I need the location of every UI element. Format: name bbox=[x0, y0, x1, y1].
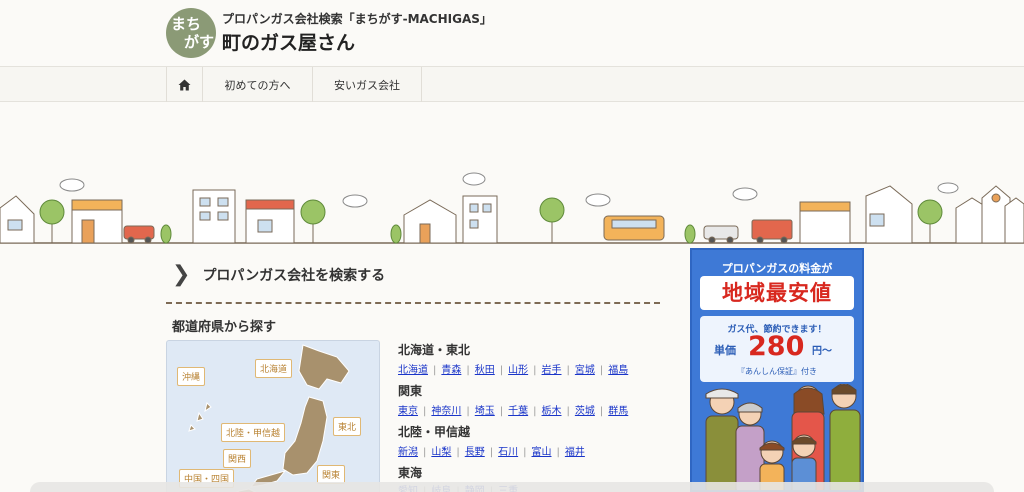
map-label-tohoku[interactable]: 東北 bbox=[333, 417, 362, 436]
site-title[interactable]: 町のガス屋さん bbox=[222, 28, 355, 55]
home-icon bbox=[178, 79, 191, 90]
section-title: ❯ プロパンガス会社を検索する bbox=[172, 262, 662, 288]
map-label-okinawa[interactable]: 沖縄 bbox=[177, 367, 206, 386]
map-label-hokuriku[interactable]: 北陸・甲信越 bbox=[221, 423, 286, 442]
banner-price-card: ガス代、節約できます！ 単価 280 円〜 『あんしん保証』付き bbox=[700, 316, 854, 382]
pref-link-miyagi[interactable]: 宮城 bbox=[575, 365, 595, 376]
town-illustration bbox=[0, 172, 1024, 244]
pref-link-tochigi[interactable]: 栃木 bbox=[542, 406, 562, 417]
map-label-kansai[interactable]: 関西 bbox=[223, 449, 252, 468]
pref-link-niigata[interactable]: 新潟 bbox=[398, 447, 418, 458]
pref-link-iwate[interactable]: 岩手 bbox=[542, 365, 562, 376]
map-label-hokkaido[interactable]: 北海道 bbox=[255, 359, 293, 378]
global-nav: 初めての方へ 安いガス会社 bbox=[0, 66, 1024, 102]
region-kanto: 関東 bbox=[398, 384, 423, 398]
pref-link-gunma[interactable]: 群馬 bbox=[608, 406, 628, 417]
chevron-right-icon: ❯ bbox=[172, 262, 191, 287]
pref-link-tokyo[interactable]: 東京 bbox=[398, 406, 418, 417]
region-tokai: 東海 bbox=[398, 466, 423, 480]
pref-link-ibaraki[interactable]: 茨城 bbox=[575, 406, 595, 417]
site-logo[interactable]: まち がす bbox=[166, 8, 216, 58]
logo-text-2: がす bbox=[184, 33, 215, 51]
pref-link-saitama[interactable]: 埼玉 bbox=[475, 406, 495, 417]
pref-link-aomori[interactable]: 青森 bbox=[441, 365, 461, 376]
pref-link-fukui[interactable]: 福井 bbox=[565, 447, 585, 458]
japan-map[interactable]: 沖縄 北海道 東北 北陸・甲信越 関西 中国・四国 関東 bbox=[166, 340, 380, 492]
pref-link-chiba[interactable]: 千葉 bbox=[508, 406, 528, 417]
pref-link-ishikawa[interactable]: 石川 bbox=[498, 447, 518, 458]
nav-item-cheap-gas[interactable]: 安いガス会社 bbox=[312, 67, 422, 102]
pref-link-akita[interactable]: 秋田 bbox=[475, 365, 495, 376]
family-illustration bbox=[705, 384, 861, 490]
nav-home[interactable] bbox=[166, 67, 202, 102]
site-subtitle: プロパンガス会社検索「まちがす-MACHIGAS」 bbox=[222, 12, 492, 26]
banner-price-unit: 円〜 bbox=[812, 346, 832, 357]
section-title-text: プロパンガス会社を検索する bbox=[202, 268, 386, 284]
banner-guarantee: 『あんしん保証』付き bbox=[737, 367, 817, 376]
banner-price: 280 bbox=[748, 331, 805, 362]
prefecture-heading: 都道府県から探す bbox=[172, 320, 277, 335]
pref-link-nagano[interactable]: 長野 bbox=[465, 447, 485, 458]
pref-link-toyama[interactable]: 富山 bbox=[532, 447, 552, 458]
site-header: まち がす プロパンガス会社検索「まちがす-MACHIGAS」 町のガス屋さん bbox=[0, 0, 1024, 66]
pref-link-yamanashi[interactable]: 山梨 bbox=[431, 447, 451, 458]
pref-links-hokuriku-koshinetsu: 新潟 | 山梨 | 長野 | 石川 | 富山 | 福井 bbox=[398, 447, 585, 458]
pref-links-hokkaido-tohoku: 北海道 | 青森 | 秋田 | 山形 | 岩手 | 宮城 | 福島 bbox=[398, 365, 629, 376]
logo-text-1: まち bbox=[171, 15, 202, 33]
pref-links-kanto: 東京 | 神奈川 | 埼玉 | 千葉 | 栃木 | 茨城 | 群馬 bbox=[398, 406, 629, 417]
region-hokkaido-tohoku: 北海道・東北 bbox=[398, 343, 471, 357]
banner-top-text: プロパンガスの料金が bbox=[721, 262, 833, 275]
price-banner[interactable]: プロパンガスの料金が 地域最安値 ガス代、節約できます！ 単価 280 円〜 『… bbox=[690, 248, 864, 492]
nav-item-first-time[interactable]: 初めての方へ bbox=[202, 67, 312, 102]
pref-link-kanagawa[interactable]: 神奈川 bbox=[431, 406, 461, 417]
banner-headline: 地域最安値 bbox=[700, 276, 854, 310]
banner-price-label: 単価 bbox=[714, 344, 736, 357]
pref-link-yamagata[interactable]: 山形 bbox=[508, 365, 528, 376]
bottom-overlay-bar bbox=[30, 482, 994, 492]
section-divider bbox=[166, 302, 660, 304]
pref-link-fukushima[interactable]: 福島 bbox=[608, 365, 628, 376]
region-hokuriku-koshinetsu: 北陸・甲信越 bbox=[398, 425, 471, 439]
pref-link-hokkaido[interactable]: 北海道 bbox=[398, 365, 428, 376]
